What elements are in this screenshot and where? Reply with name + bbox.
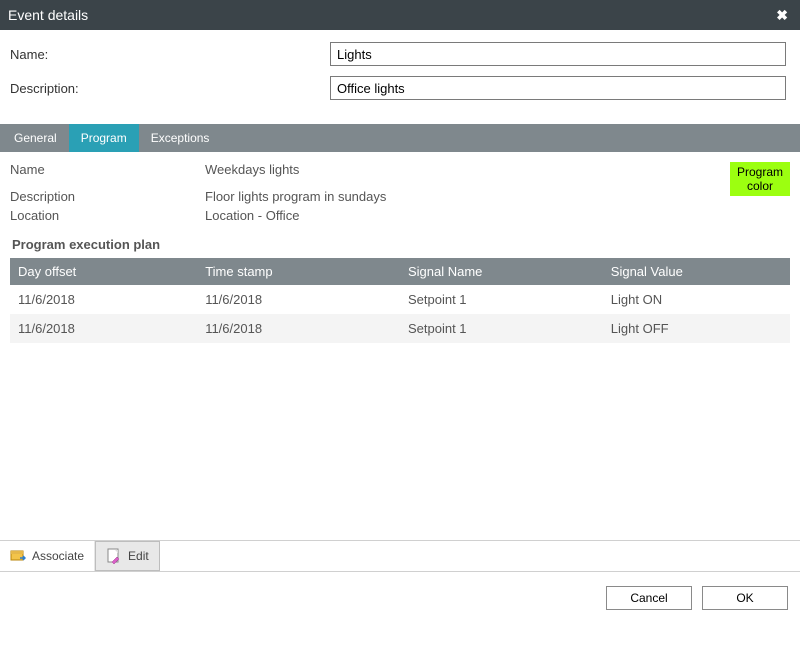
col-signal-value[interactable]: Signal Value [603,258,790,285]
tab-bar: General Program Exceptions [0,124,800,152]
program-color-label-line1: Program [737,165,783,179]
program-location-value: Location - Office [205,208,790,223]
col-day-offset[interactable]: Day offset [10,258,197,285]
exec-plan-title: Program execution plan [12,237,790,252]
program-color-swatch[interactable]: Program color [730,162,790,196]
toolbar: Associate Edit [0,540,800,572]
exec-plan-table: Day offset Time stamp Signal Name Signal… [10,258,790,343]
program-color-label-line2: color [747,179,773,193]
program-panel: Program color Name Weekdays lights Descr… [0,152,800,540]
associate-button[interactable]: Associate [0,541,95,571]
cell-time-stamp: 11/6/2018 [197,285,400,314]
tab-general[interactable]: General [2,124,69,152]
cell-signal-name: Setpoint 1 [400,285,603,314]
table-row[interactable]: 11/6/2018 11/6/2018 Setpoint 1 Light OFF [10,314,790,343]
tab-exceptions[interactable]: Exceptions [139,124,222,152]
cell-signal-value: Light OFF [603,314,790,343]
program-location-label: Location [10,208,205,223]
edit-button[interactable]: Edit [95,541,160,571]
titlebar: Event details ✖ [0,0,800,30]
program-description-label: Description [10,189,205,204]
edit-icon [106,548,122,564]
cell-day-offset: 11/6/2018 [10,314,197,343]
cancel-button[interactable]: Cancel [606,586,692,610]
close-icon[interactable]: ✖ [772,7,792,24]
cell-day-offset: 11/6/2018 [10,285,197,314]
name-label: Name: [10,47,110,62]
program-name-value: Weekdays lights [205,162,790,177]
description-label: Description: [10,81,110,96]
footer: Cancel OK [0,572,800,624]
col-time-stamp[interactable]: Time stamp [197,258,400,285]
associate-label: Associate [32,549,84,563]
cell-signal-name: Setpoint 1 [400,314,603,343]
header-form: Name: Description: [0,30,800,124]
tab-program[interactable]: Program [69,124,139,152]
ok-button[interactable]: OK [702,586,788,610]
col-signal-name[interactable]: Signal Name [400,258,603,285]
cell-time-stamp: 11/6/2018 [197,314,400,343]
table-row[interactable]: 11/6/2018 11/6/2018 Setpoint 1 Light ON [10,285,790,314]
edit-label: Edit [128,549,149,563]
window-title: Event details [8,7,88,23]
description-input[interactable] [330,76,786,100]
program-name-label: Name [10,162,205,177]
program-description-value: Floor lights program in sundays [205,189,790,204]
associate-icon [10,548,26,564]
name-input[interactable] [330,42,786,66]
exec-plan-table-wrap: Day offset Time stamp Signal Name Signal… [10,258,790,540]
cell-signal-value: Light ON [603,285,790,314]
